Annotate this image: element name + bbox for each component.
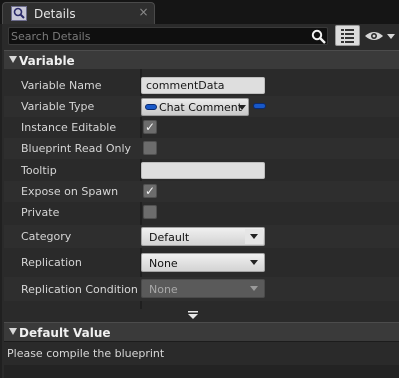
category-combobox[interactable]: Default <box>141 227 265 246</box>
dropdown-button <box>245 281 263 296</box>
close-icon[interactable]: × <box>137 6 150 19</box>
tab-strip: Details × <box>0 0 399 24</box>
row-tooltip: Tooltip <box>4 160 399 181</box>
dropdown-button <box>245 255 263 270</box>
struct-pin-icon <box>145 104 157 110</box>
container-type-icon[interactable] <box>253 103 266 109</box>
replication-dropdown[interactable]: None <box>141 253 265 272</box>
row-category: Category Default <box>4 225 399 248</box>
row-replication: Replication None <box>4 251 399 274</box>
row-replication-condition: Replication Condition None <box>4 277 399 301</box>
property-label: Expose on Spawn <box>21 185 119 198</box>
row-variable-type: Variable Type Chat Comment <box>4 96 399 117</box>
replication-condition-dropdown: None <box>141 279 265 298</box>
section-variable[interactable]: Variable <box>4 50 399 70</box>
section-title: Default Value <box>19 326 111 340</box>
instance-editable-checkbox[interactable]: ✓ <box>143 120 157 134</box>
collapse-arrow-icon[interactable] <box>9 328 17 335</box>
row-variable-name: Variable Name commentData <box>4 75 399 96</box>
tab-details[interactable]: Details × <box>2 2 155 24</box>
row-expose-on-spawn: Expose on Spawn ✓ <box>4 181 399 202</box>
property-label: Variable Name <box>21 79 102 92</box>
row-private: Private <box>4 202 399 223</box>
row-blueprint-read-only: Blueprint Read Only <box>4 138 399 159</box>
expand-advanced-icon[interactable] <box>187 311 199 319</box>
property-label: Category <box>21 230 72 243</box>
default-value-body: Please compile the blueprint <box>4 343 399 365</box>
search-icon[interactable] <box>311 29 326 44</box>
details-magnifier-icon <box>11 6 27 21</box>
row-instance-editable: Instance Editable ✓ <box>4 117 399 138</box>
property-label: Replication <box>21 256 82 269</box>
property-label: Replication Condition <box>21 283 138 296</box>
compile-message: Please compile the blueprint <box>7 347 165 360</box>
panel-footer <box>4 365 399 378</box>
search-input[interactable] <box>11 29 301 43</box>
tooltip-field[interactable] <box>141 162 265 179</box>
expose-on-spawn-checkbox[interactable]: ✓ <box>143 184 157 198</box>
property-label: Variable Type <box>21 100 95 113</box>
advanced-expander[interactable] <box>4 309 399 320</box>
details-panel: Variable Variable Name commentData Varia… <box>0 24 399 378</box>
variable-type-dropdown[interactable]: Chat Comment <box>141 98 249 116</box>
variable-name-field[interactable]: commentData <box>141 77 265 94</box>
blueprint-read-only-checkbox[interactable] <box>143 141 157 155</box>
section-title: Variable <box>19 54 75 68</box>
tab-title: Details <box>34 7 76 21</box>
chevron-down-icon <box>238 105 246 110</box>
property-label: Blueprint Read Only <box>21 142 132 155</box>
chevron-down-icon <box>250 286 258 291</box>
search-box[interactable] <box>8 27 328 45</box>
category-value: Default <box>149 231 190 244</box>
property-label: Instance Editable <box>21 121 117 134</box>
section-default-value[interactable]: Default Value <box>4 322 399 342</box>
list-view-icon[interactable] <box>335 25 360 46</box>
replication-value: None <box>149 257 178 270</box>
dropdown-button[interactable] <box>245 229 263 244</box>
chevron-down-icon <box>250 234 258 239</box>
property-label: Private <box>21 206 60 219</box>
property-label: Tooltip <box>21 164 57 177</box>
chevron-down-icon <box>250 260 258 265</box>
collapse-arrow-icon[interactable] <box>9 56 17 63</box>
eye-icon[interactable] <box>364 29 396 43</box>
private-checkbox[interactable] <box>143 205 157 219</box>
variable-type-value: Chat Comment <box>159 101 243 114</box>
property-list: Variable Name commentData Variable Type … <box>4 69 399 309</box>
replication-condition-value: None <box>149 283 178 296</box>
